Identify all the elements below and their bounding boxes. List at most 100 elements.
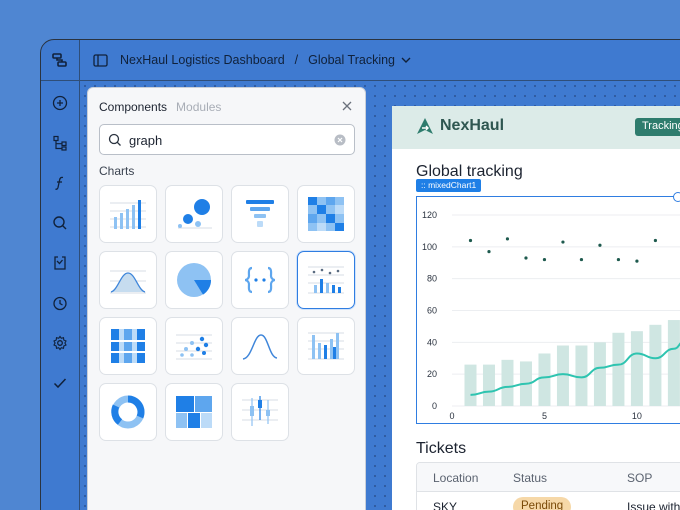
history-icon — [53, 296, 67, 311]
checkmark-icon — [53, 378, 67, 389]
x-tick-label: 0 — [449, 411, 454, 421]
function-icon — [55, 176, 64, 190]
sidebar-toggle-icon[interactable] — [93, 53, 108, 67]
bar-chart-component[interactable] — [99, 185, 157, 243]
gear-icon — [53, 335, 67, 351]
breadcrumb-page[interactable]: Global Tracking — [308, 53, 395, 67]
nexhaul-logo-icon — [417, 118, 433, 134]
area-chart-icon — [110, 270, 146, 294]
scatter-point — [468, 238, 473, 243]
bar — [556, 345, 569, 406]
scatter-chart-component[interactable] — [165, 317, 223, 375]
line-chart-component[interactable] — [231, 317, 289, 375]
cell-location: SKY — [433, 500, 458, 510]
panel-tabs: Components Modules — [99, 100, 221, 114]
table-header: Location Status SOP — [417, 463, 680, 492]
sunburst-icon — [111, 395, 145, 429]
column-status[interactable]: Status — [513, 471, 547, 485]
tracking-badge[interactable]: Tracking — [635, 118, 680, 136]
y-tick-label: 0 — [432, 401, 437, 411]
pie-chart-icon — [177, 263, 212, 297]
brand: NexHaul — [416, 117, 504, 135]
bar — [593, 342, 606, 406]
bar — [538, 353, 551, 406]
mixed-chart[interactable]: 0 20 40 60 80 100 120 0 5 10 — [416, 192, 680, 424]
x-tick-label: 5 — [542, 411, 547, 421]
tickets-title: Tickets — [416, 440, 467, 457]
tab-components[interactable]: Components — [99, 100, 167, 114]
bubble-chart-component[interactable] — [165, 185, 223, 243]
mixed-chart-svg: 0 20 40 60 80 100 120 0 5 10 — [422, 210, 680, 421]
scatter-point — [524, 256, 528, 260]
bar — [630, 331, 643, 406]
app-logo[interactable] — [41, 40, 80, 81]
gantt-chart-component[interactable] — [99, 317, 157, 375]
pie-chart-component[interactable] — [165, 251, 223, 309]
scatter-point — [542, 257, 547, 262]
search-button[interactable] — [50, 213, 70, 233]
selected-component-label[interactable]: :: mixedChart1 — [416, 179, 482, 192]
bubble-chart-icon — [178, 199, 212, 229]
y-tick-label: 80 — [427, 274, 437, 284]
x-tick-label: 10 — [632, 411, 642, 421]
import-button[interactable] — [50, 253, 70, 273]
tab-modules[interactable]: Modules — [176, 100, 221, 114]
bar — [464, 364, 477, 406]
mixed-chart-component[interactable] — [297, 251, 355, 309]
funnel-chart-icon — [246, 200, 274, 227]
left-toolbar — [41, 81, 80, 510]
breadcrumb-app[interactable]: NexHaul Logistics Dashboard — [120, 53, 285, 67]
search-input[interactable] — [129, 131, 319, 149]
bar — [482, 364, 495, 406]
scatter-chart-icon — [176, 334, 212, 360]
candlestick-chart-component[interactable] — [231, 383, 289, 441]
scatter-point — [635, 259, 639, 263]
scatter-point — [487, 250, 491, 254]
top-bar: NexHaul Logistics Dashboard / Global Tra… — [41, 40, 680, 81]
close-icon[interactable] — [341, 100, 353, 112]
plus-circle-icon — [52, 95, 68, 111]
breadcrumb-separator: / — [294, 53, 299, 67]
history-button[interactable] — [50, 293, 70, 313]
clear-search-icon[interactable] — [334, 134, 346, 146]
scatter-point — [653, 238, 658, 243]
section-label-charts: Charts — [99, 164, 135, 178]
histogram-icon — [308, 332, 344, 360]
app-logo-icon — [52, 53, 67, 67]
functions-button[interactable] — [50, 173, 70, 193]
bar — [612, 332, 625, 406]
column-location[interactable]: Location — [433, 471, 478, 485]
y-tick-label: 40 — [427, 337, 437, 347]
add-button[interactable] — [50, 93, 70, 113]
import-icon — [54, 256, 66, 270]
funnel-chart-component[interactable] — [231, 185, 289, 243]
heatmap-component[interactable] — [297, 185, 355, 243]
breadcrumb: NexHaul Logistics Dashboard / Global Tra… — [80, 53, 411, 67]
component-search — [99, 124, 355, 155]
scatter-point — [616, 257, 621, 262]
scatter-point — [561, 240, 565, 244]
settings-button[interactable] — [50, 333, 70, 353]
chevron-down-icon[interactable] — [401, 57, 411, 64]
area-chart-component[interactable] — [99, 251, 157, 309]
json-chart-component[interactable] — [231, 251, 289, 309]
components-panel: Components Modules Charts — [87, 87, 366, 510]
braces-icon — [244, 266, 276, 294]
bar — [501, 359, 514, 406]
cell-sop: Issue with — [627, 500, 680, 510]
treemap-component[interactable] — [165, 383, 223, 441]
y-tick-label: 20 — [427, 369, 437, 379]
radial-chart-component[interactable] — [99, 383, 157, 441]
tickets-table: Location Status SOP SKY Pending Issue wi… — [416, 462, 680, 510]
histogram-component[interactable] — [297, 317, 355, 375]
search-icon — [53, 216, 67, 230]
bar — [667, 320, 680, 406]
resize-handle[interactable] — [673, 192, 680, 202]
scatter-point — [598, 243, 602, 247]
column-sop[interactable]: SOP — [627, 471, 652, 485]
tree-button[interactable] — [50, 133, 70, 153]
checks-button[interactable] — [50, 373, 70, 393]
gantt-chart-icon — [111, 329, 145, 363]
scatter-point — [579, 257, 584, 262]
heatmap-icon — [308, 197, 344, 231]
